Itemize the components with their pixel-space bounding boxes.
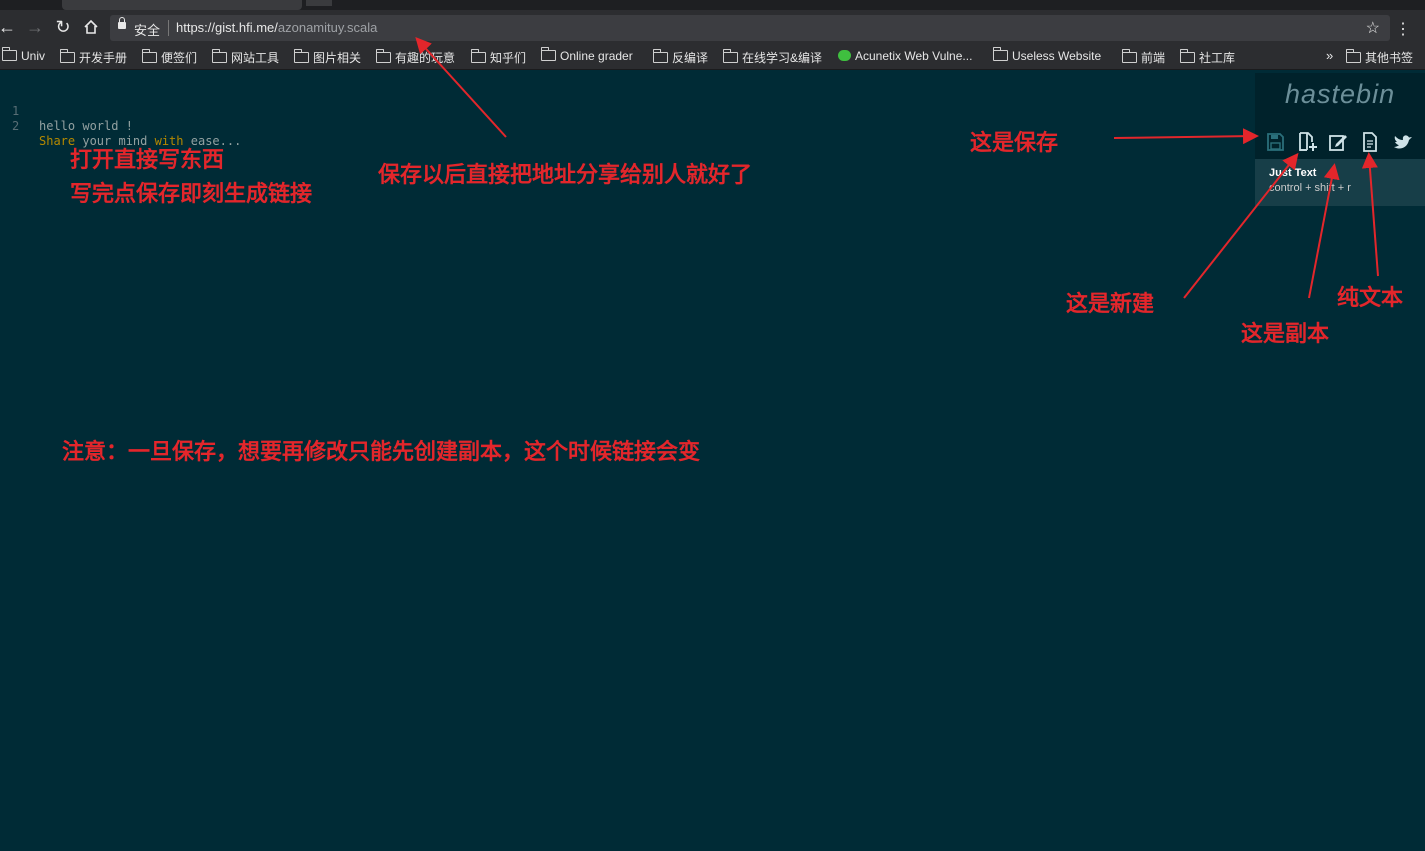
folder-icon: [294, 49, 309, 63]
annotation-save: 这是保存: [970, 130, 1059, 155]
bookmark-item[interactable]: 知乎们: [471, 49, 526, 66]
url-host: https://gist.hfi.me/: [176, 20, 278, 35]
bookmark-label: 其他书签: [1365, 51, 1414, 65]
annotation-new: 这是新建: [1066, 291, 1155, 316]
folder-icon: [541, 47, 556, 61]
back-icon[interactable]: ←: [0, 16, 18, 38]
folder-icon: [2, 47, 17, 61]
bookmark-label: 知乎们: [490, 51, 527, 65]
browser-toolbar: ← → ↻ 安全 https://gist.hfi.me/azonamituy.…: [0, 10, 1425, 45]
folder-icon: [1122, 49, 1137, 63]
annotation-share: 保存以后直接把地址分享给别人就好了: [378, 162, 753, 187]
folder-icon: [993, 47, 1008, 61]
url-text[interactable]: https://gist.hfi.me/azonamituy.scala: [176, 20, 377, 35]
browser-menu-icon[interactable]: ⋮: [1395, 22, 1411, 38]
active-tab[interactable]: [62, 0, 302, 10]
folder-icon: [142, 49, 157, 63]
folder-icon: [60, 49, 75, 63]
bookmark-label: 开发手册: [79, 51, 128, 65]
save-icon[interactable]: [1264, 131, 1286, 153]
annotation-notice: 注意：一旦保存，想要再修改只能先创建副本，这个时候链接会变: [62, 439, 701, 464]
bookmarks-bar: » 其他书签 Univ 开发手册 便签们 网站工具 图片相关 有趣的玩意 知乎们 Online…: [0, 45, 1425, 70]
forward-icon[interactable]: →: [24, 16, 46, 38]
bookmark-item[interactable]: Useless Website: [993, 47, 1102, 63]
bookmark-item[interactable]: 图片相关: [294, 49, 361, 66]
bookmark-item[interactable]: 有趣的玩意: [376, 49, 455, 66]
folder-icon: [1346, 49, 1361, 63]
lock-icon: [118, 17, 126, 29]
new-icon[interactable]: [1296, 131, 1318, 153]
line-number: 2: [12, 119, 20, 133]
new-tab-button[interactable]: [306, 0, 332, 6]
tab-strip: [0, 0, 1425, 10]
bookmark-label: Univ: [21, 49, 46, 63]
annotation-open-write: 打开直接写东西: [70, 147, 225, 172]
duplicate-icon[interactable]: [1327, 131, 1349, 153]
bookmark-item[interactable]: 便签们: [142, 49, 197, 66]
bookmark-label: 便签们: [161, 51, 198, 65]
hint-shortcut: control + shift + r: [1269, 182, 1351, 194]
bookmarks-overflow-icon[interactable]: »: [1326, 48, 1333, 63]
folder-icon: [723, 49, 738, 63]
annotation-save-link: 写完点保存即刻生成链接: [70, 181, 313, 206]
hastebin-toolbar: [1255, 125, 1425, 159]
bookmark-label: 网站工具: [231, 51, 280, 65]
bookmark-label: 有趣的玩意: [395, 51, 456, 65]
bookmark-item[interactable]: Univ: [2, 47, 46, 63]
bookmark-item[interactable]: 前端: [1122, 49, 1165, 66]
bookmark-item[interactable]: 在线学习&编译: [723, 49, 822, 66]
code-line: 1 hello world !: [0, 89, 133, 133]
address-bar[interactable]: 安全 https://gist.hfi.me/azonamituy.scala …: [110, 15, 1390, 41]
address-separator: [168, 20, 169, 36]
shortcut-hint: Just Text control + shift + r: [1255, 159, 1425, 206]
folder-icon: [212, 49, 227, 63]
hint-title: Just Text: [1269, 167, 1317, 179]
bookmark-label: Online grader: [560, 49, 633, 63]
bookmark-item[interactable]: 反编译: [653, 49, 708, 66]
folder-icon: [653, 49, 668, 63]
folder-icon: [1180, 49, 1195, 63]
code-editor[interactable]: 1 hello world ! 2 Share your mind with e…: [0, 89, 241, 148]
bookmark-item[interactable]: 社工库: [1180, 49, 1235, 66]
annotation-duplicate: 这是副本: [1241, 321, 1330, 346]
bookmark-item[interactable]: Online grader: [541, 47, 633, 63]
bookmark-label: 在线学习&编译: [742, 51, 823, 65]
bookmark-label: 前端: [1141, 51, 1166, 65]
folder-icon: [471, 49, 486, 63]
url-path: azonamituy.scala: [277, 20, 378, 35]
code-line: 2 Share your mind with ease...: [0, 104, 241, 148]
bookmark-label: 反编译: [672, 51, 709, 65]
hastebin-logo: hastebin: [1285, 79, 1396, 109]
bookmark-label: 社工库: [1199, 51, 1236, 65]
bookmark-star-icon[interactable]: ☆: [1366, 18, 1380, 38]
bookmark-other[interactable]: 其他书签: [1346, 49, 1413, 66]
bookmark-label: Acunetix Web Vulne...: [855, 49, 973, 63]
folder-icon: [376, 49, 391, 63]
line-text: hello world !: [39, 119, 133, 133]
annotation-arrows: [415, 37, 1379, 299]
bookmark-item[interactable]: 网站工具: [212, 49, 279, 66]
twitter-icon[interactable]: [1392, 131, 1414, 153]
bookmark-item[interactable]: Acunetix Web Vulne...: [838, 49, 972, 63]
annotation-raw-text: 纯文本: [1337, 285, 1404, 310]
raw-text-icon[interactable]: [1359, 131, 1381, 153]
reload-icon[interactable]: ↻: [52, 16, 74, 38]
bookmark-label: Useless Website: [1012, 49, 1102, 63]
security-label: 安全: [134, 23, 161, 38]
bookmark-label: 图片相关: [313, 51, 362, 65]
home-icon[interactable]: [80, 16, 102, 38]
bookmark-item[interactable]: 开发手册: [60, 49, 127, 66]
arrow-to-save: [1113, 128, 1259, 145]
wechat-icon: [838, 50, 851, 61]
hastebin-panel: hastebin Just Text control + shift + r: [1255, 73, 1425, 206]
